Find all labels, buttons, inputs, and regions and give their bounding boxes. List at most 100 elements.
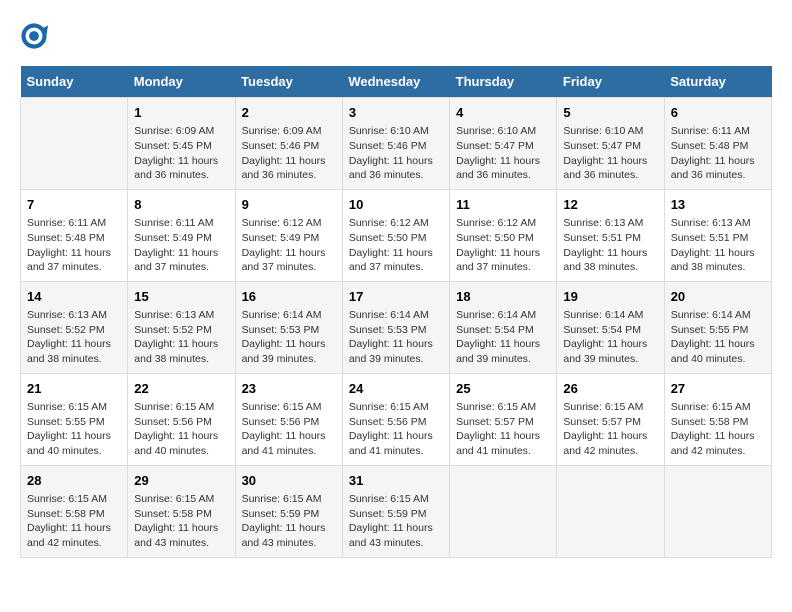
- day-info: Sunrise: 6:14 AM Sunset: 5:53 PM Dayligh…: [242, 308, 336, 367]
- day-cell: 8 Sunrise: 6:11 AM Sunset: 5:49 PM Daylig…: [128, 189, 235, 281]
- day-number: 13: [671, 196, 765, 214]
- column-header-sunday: Sunday: [21, 66, 128, 98]
- day-info: Sunrise: 6:15 AM Sunset: 5:58 PM Dayligh…: [134, 492, 228, 551]
- day-number: 17: [349, 288, 443, 306]
- week-row-2: 7Sunrise: 6:11 AM Sunset: 5:48 PM Daylig…: [21, 189, 772, 281]
- day-info: Sunrise: 6:12 AM Sunset: 5:49 PM Dayligh…: [242, 216, 336, 275]
- column-header-saturday: Saturday: [664, 66, 771, 98]
- day-info: Sunrise: 6:14 AM Sunset: 5:53 PM Dayligh…: [349, 308, 443, 367]
- day-info: Sunrise: 6:11 AM Sunset: 5:49 PM Dayligh…: [134, 216, 228, 275]
- day-number: 10: [349, 196, 443, 214]
- day-number: 26: [563, 380, 657, 398]
- day-info: Sunrise: 6:14 AM Sunset: 5:54 PM Dayligh…: [563, 308, 657, 367]
- day-info: Sunrise: 6:11 AM Sunset: 5:48 PM Dayligh…: [671, 124, 765, 183]
- day-cell: 2Sunrise: 6:09 AM Sunset: 5:46 PM Daylig…: [235, 98, 342, 190]
- column-header-thursday: Thursday: [450, 66, 557, 98]
- day-info: Sunrise: 6:15 AM Sunset: 5:56 PM Dayligh…: [134, 400, 228, 459]
- day-number: 30: [242, 472, 336, 490]
- day-info: Sunrise: 6:12 AM Sunset: 5:50 PM Dayligh…: [349, 216, 443, 275]
- day-cell: 31 Sunrise: 6:15 AM Sunset: 5:59 PM Dayli…: [342, 465, 449, 557]
- day-number: 15: [134, 288, 228, 306]
- day-number: 11: [456, 196, 550, 214]
- day-number: 19: [563, 288, 657, 306]
- day-cell: [21, 98, 128, 190]
- day-number: 27: [671, 380, 765, 398]
- day-cell: 23Sunrise: 6:15 AM Sunset: 5:56 PM Dayli…: [235, 373, 342, 465]
- day-info: Sunrise: 6:14 AM Sunset: 5:54 PM Dayligh…: [456, 308, 550, 367]
- day-number: 23: [242, 380, 336, 398]
- day-info: Sunrise: 6:13 AM Sunset: 5:52 PM Dayligh…: [27, 308, 121, 367]
- logo: [20, 20, 52, 50]
- day-number: 29: [134, 472, 228, 490]
- day-number: 6: [671, 104, 765, 122]
- day-cell: 13 Sunrise: 6:13 AM Sunset: 5:51 PM Dayli…: [664, 189, 771, 281]
- day-cell: 17 Sunrise: 6:14 AM Sunset: 5:53 PM Dayli…: [342, 281, 449, 373]
- day-cell: 10 Sunrise: 6:12 AM Sunset: 5:50 PM Dayli…: [342, 189, 449, 281]
- day-info: Sunrise: 6:13 AM Sunset: 5:51 PM Dayligh…: [671, 216, 765, 275]
- day-info: Sunrise: 6:11 AM Sunset: 5:48 PM Dayligh…: [27, 216, 121, 275]
- day-number: 25: [456, 380, 550, 398]
- day-cell: 19 Sunrise: 6:14 AM Sunset: 5:54 PM Dayli…: [557, 281, 664, 373]
- day-cell: 21 Sunrise: 6:15 AM Sunset: 5:55 PM Dayli…: [21, 373, 128, 465]
- day-cell: 4Sunrise: 6:10 AM Sunset: 5:47 PM Daylig…: [450, 98, 557, 190]
- day-cell: 12 Sunrise: 6:13 AM Sunset: 5:51 PM Dayli…: [557, 189, 664, 281]
- day-cell: 9 Sunrise: 6:12 AM Sunset: 5:49 PM Daylig…: [235, 189, 342, 281]
- day-info: Sunrise: 6:13 AM Sunset: 5:52 PM Dayligh…: [134, 308, 228, 367]
- day-number: 4: [456, 104, 550, 122]
- day-number: 12: [563, 196, 657, 214]
- day-cell: 24Sunrise: 6:15 AM Sunset: 5:56 PM Dayli…: [342, 373, 449, 465]
- day-cell: 3Sunrise: 6:10 AM Sunset: 5:46 PM Daylig…: [342, 98, 449, 190]
- calendar-body: 1Sunrise: 6:09 AM Sunset: 5:45 PM Daylig…: [21, 98, 772, 558]
- day-number: 2: [242, 104, 336, 122]
- day-info: Sunrise: 6:15 AM Sunset: 5:59 PM Dayligh…: [242, 492, 336, 551]
- day-cell: 28 Sunrise: 6:15 AM Sunset: 5:58 PM Dayli…: [21, 465, 128, 557]
- day-number: 1: [134, 104, 228, 122]
- day-cell: 14 Sunrise: 6:13 AM Sunset: 5:52 PM Dayli…: [21, 281, 128, 373]
- day-cell: 16Sunrise: 6:14 AM Sunset: 5:53 PM Dayli…: [235, 281, 342, 373]
- week-row-5: 28 Sunrise: 6:15 AM Sunset: 5:58 PM Dayli…: [21, 465, 772, 557]
- calendar-header: SundayMondayTuesdayWednesdayThursdayFrid…: [21, 66, 772, 98]
- week-row-1: 1Sunrise: 6:09 AM Sunset: 5:45 PM Daylig…: [21, 98, 772, 190]
- day-cell: 26 Sunrise: 6:15 AM Sunset: 5:57 PM Dayli…: [557, 373, 664, 465]
- day-info: Sunrise: 6:14 AM Sunset: 5:55 PM Dayligh…: [671, 308, 765, 367]
- header-row: SundayMondayTuesdayWednesdayThursdayFrid…: [21, 66, 772, 98]
- day-number: 31: [349, 472, 443, 490]
- day-cell: 1Sunrise: 6:09 AM Sunset: 5:45 PM Daylig…: [128, 98, 235, 190]
- day-cell: 15 Sunrise: 6:13 AM Sunset: 5:52 PM Dayli…: [128, 281, 235, 373]
- day-number: 9: [242, 196, 336, 214]
- day-cell: 27 Sunrise: 6:15 AM Sunset: 5:58 PM Dayli…: [664, 373, 771, 465]
- column-header-monday: Monday: [128, 66, 235, 98]
- day-number: 28: [27, 472, 121, 490]
- week-row-3: 14 Sunrise: 6:13 AM Sunset: 5:52 PM Dayli…: [21, 281, 772, 373]
- day-number: 22: [134, 380, 228, 398]
- column-header-friday: Friday: [557, 66, 664, 98]
- day-cell: [450, 465, 557, 557]
- day-number: 8: [134, 196, 228, 214]
- logo-icon: [20, 22, 48, 50]
- day-info: Sunrise: 6:13 AM Sunset: 5:51 PM Dayligh…: [563, 216, 657, 275]
- day-info: Sunrise: 6:10 AM Sunset: 5:47 PM Dayligh…: [563, 124, 657, 183]
- day-info: Sunrise: 6:10 AM Sunset: 5:46 PM Dayligh…: [349, 124, 443, 183]
- day-info: Sunrise: 6:15 AM Sunset: 5:55 PM Dayligh…: [27, 400, 121, 459]
- week-row-4: 21 Sunrise: 6:15 AM Sunset: 5:55 PM Dayli…: [21, 373, 772, 465]
- day-number: 24: [349, 380, 443, 398]
- day-info: Sunrise: 6:15 AM Sunset: 5:58 PM Dayligh…: [671, 400, 765, 459]
- day-info: Sunrise: 6:15 AM Sunset: 5:57 PM Dayligh…: [456, 400, 550, 459]
- day-cell: 6 Sunrise: 6:11 AM Sunset: 5:48 PM Daylig…: [664, 98, 771, 190]
- day-info: Sunrise: 6:15 AM Sunset: 5:59 PM Dayligh…: [349, 492, 443, 551]
- day-number: 5: [563, 104, 657, 122]
- day-cell: 20 Sunrise: 6:14 AM Sunset: 5:55 PM Dayli…: [664, 281, 771, 373]
- day-info: Sunrise: 6:15 AM Sunset: 5:58 PM Dayligh…: [27, 492, 121, 551]
- column-header-wednesday: Wednesday: [342, 66, 449, 98]
- day-cell: [557, 465, 664, 557]
- day-number: 21: [27, 380, 121, 398]
- day-info: Sunrise: 6:12 AM Sunset: 5:50 PM Dayligh…: [456, 216, 550, 275]
- day-cell: 11 Sunrise: 6:12 AM Sunset: 5:50 PM Dayli…: [450, 189, 557, 281]
- day-cell: 29 Sunrise: 6:15 AM Sunset: 5:58 PM Dayli…: [128, 465, 235, 557]
- day-cell: 30 Sunrise: 6:15 AM Sunset: 5:59 PM Dayli…: [235, 465, 342, 557]
- column-header-tuesday: Tuesday: [235, 66, 342, 98]
- day-number: 20: [671, 288, 765, 306]
- day-info: Sunrise: 6:15 AM Sunset: 5:57 PM Dayligh…: [563, 400, 657, 459]
- day-number: 14: [27, 288, 121, 306]
- day-cell: 22 Sunrise: 6:15 AM Sunset: 5:56 PM Dayli…: [128, 373, 235, 465]
